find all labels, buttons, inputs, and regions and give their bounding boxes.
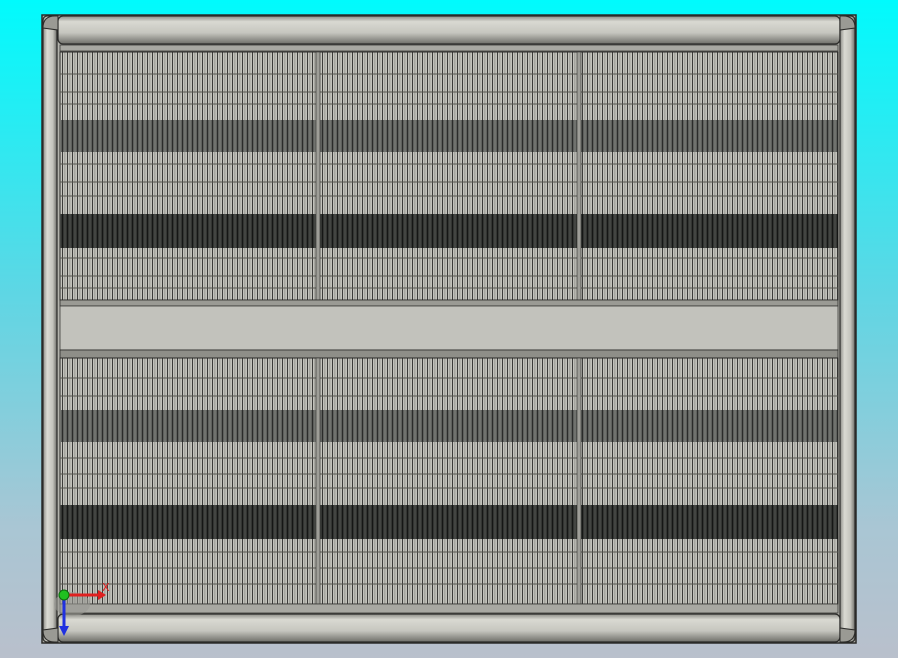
- upper-grille-panel: [59, 51, 839, 301]
- right-post: [839, 15, 856, 643]
- middle-crossbar-edge-top: [59, 299, 839, 307]
- lower-strip: [59, 603, 839, 614]
- origin-dot: [58, 589, 70, 601]
- bottom-rail: [57, 613, 841, 643]
- graphics-viewport[interactable]: X: [0, 0, 898, 658]
- middle-crossbar: [59, 305, 839, 351]
- left-post: [42, 15, 58, 643]
- x-axis-label: X: [102, 581, 110, 594]
- top-rail: [57, 15, 841, 45]
- cad-model-view[interactable]: [0, 0, 898, 658]
- upper-strip: [59, 44, 839, 52]
- middle-crossbar-edge-bottom: [59, 349, 839, 359]
- lower-grille-panel: [59, 357, 839, 605]
